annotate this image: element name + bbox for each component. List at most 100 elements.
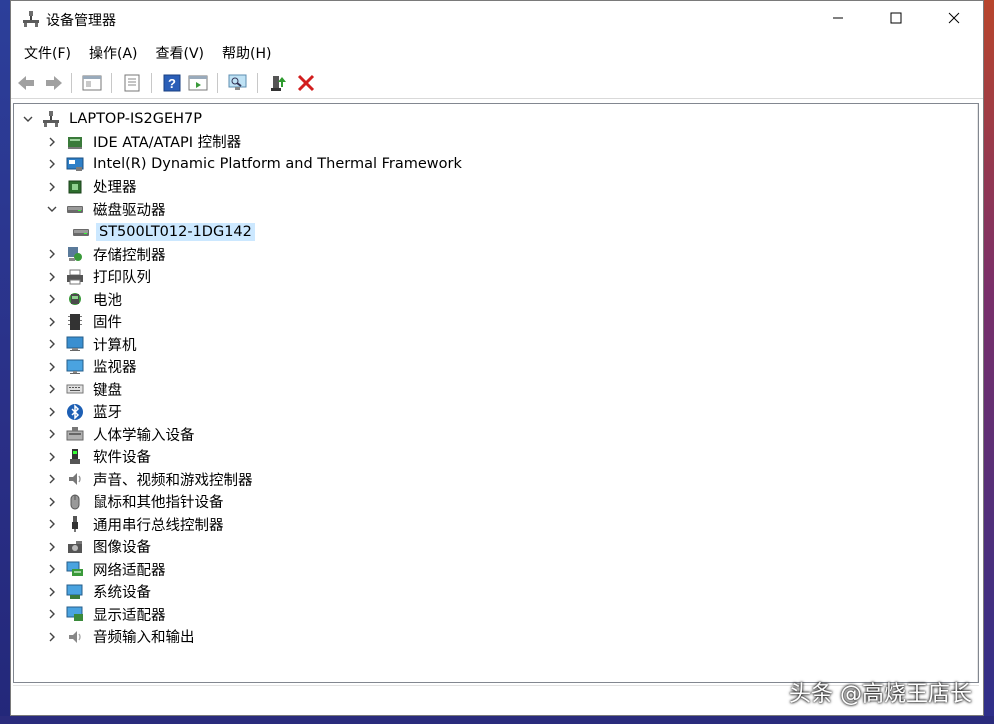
back-arrow-icon: [18, 76, 34, 90]
action-pane-button[interactable]: [187, 72, 209, 94]
monitor-icon: [66, 358, 84, 376]
toolbar: ?: [11, 67, 983, 99]
expand-chevron-icon[interactable]: [44, 606, 60, 622]
add-driver-icon: [271, 76, 286, 91]
tree-root-label: LAPTOP-IS2GEH7P: [69, 111, 202, 127]
tree-category-software-device[interactable]: 软件设备: [44, 446, 154, 468]
tree-category-processor[interactable]: 处理器: [44, 176, 140, 198]
expand-chevron-icon[interactable]: [44, 516, 60, 532]
tree-item-label: 蓝牙: [93, 405, 122, 421]
back-button[interactable]: [15, 72, 37, 94]
tree-category-storage-controller[interactable]: 存储控制器: [44, 243, 169, 265]
tree-category-monitor[interactable]: 监视器: [44, 356, 140, 378]
expand-chevron-icon[interactable]: [44, 539, 60, 555]
firmware-icon: [66, 313, 84, 331]
expand-chevron-icon[interactable]: [44, 629, 60, 645]
svg-text:?: ?: [168, 76, 176, 91]
tree-item-label: 键盘: [93, 382, 122, 399]
uninstall-button[interactable]: [295, 72, 317, 94]
menu-help[interactable]: 帮助(H): [215, 39, 278, 67]
tree-category-keyboard[interactable]: 键盘: [44, 378, 125, 400]
watermark-text: 头条 @高烧王店长: [789, 682, 972, 707]
forward-button[interactable]: [43, 72, 65, 94]
computer-tree-icon: [42, 110, 60, 128]
action-pane-icon: [188, 75, 208, 91]
add-driver-button[interactable]: [267, 72, 289, 94]
expand-chevron-icon[interactable]: [44, 449, 60, 465]
expand-chevron-icon[interactable]: [44, 471, 60, 487]
tree-category-usb[interactable]: 通用串行总线控制器: [44, 513, 227, 535]
expand-chevron-icon[interactable]: [44, 359, 60, 375]
tree-category-audio-io[interactable]: 音频输入和输出: [44, 626, 198, 648]
maximize-button[interactable]: [867, 1, 925, 35]
tree-category-mouse[interactable]: 鼠标和其他指针设备: [44, 491, 227, 513]
expand-chevron-icon[interactable]: [44, 584, 60, 600]
tree-category-system-device[interactable]: 系统设备: [44, 581, 154, 603]
tree-item-label: 音频输入和输出: [93, 630, 195, 646]
tree-category-computer[interactable]: 计算机: [44, 333, 140, 355]
device-tree[interactable]: LAPTOP-IS2GEH7P IDE ATA/ATAPI 控制器 Intel(R…: [13, 103, 979, 683]
expand-chevron-icon[interactable]: [44, 314, 60, 330]
storage-controller-icon: [66, 245, 84, 263]
properties-button[interactable]: [81, 72, 103, 94]
display-adapter-icon: [66, 605, 84, 623]
tree-category-sound[interactable]: 声音、视频和游戏控制器: [44, 468, 256, 490]
expand-chevron-icon[interactable]: [44, 336, 60, 352]
help-button[interactable]: ?: [161, 72, 183, 94]
scan-hardware-button[interactable]: [227, 72, 249, 94]
menu-view[interactable]: 查看(V): [149, 39, 212, 67]
menu-file[interactable]: 文件(F): [17, 39, 78, 67]
title-bar[interactable]: 设备管理器: [11, 1, 983, 37]
expand-chevron-icon[interactable]: [44, 561, 60, 577]
tree-category-network-adapter[interactable]: 网络适配器: [44, 558, 169, 580]
tree-category-firmware[interactable]: 固件: [44, 311, 125, 333]
tree-category-disk-drive[interactable]: 磁盘驱动器: [44, 198, 169, 220]
close-button[interactable]: [925, 1, 983, 35]
tree-category-display-adapter[interactable]: 显示适配器: [44, 603, 169, 625]
tree-root[interactable]: LAPTOP-IS2GEH7P: [20, 108, 205, 130]
expand-chevron-icon[interactable]: [44, 269, 60, 285]
expand-chevron-icon[interactable]: [44, 381, 60, 397]
expand-chevron-icon[interactable]: [44, 179, 60, 195]
tree-item-label: IDE ATA/ATAPI 控制器: [93, 135, 242, 151]
network-adapter-icon: [66, 560, 84, 578]
expand-chevron-icon[interactable]: [44, 291, 60, 307]
tree-category-hid[interactable]: 人体学输入设备: [44, 423, 198, 445]
collapse-chevron-icon[interactable]: [44, 201, 60, 217]
tree-item-label: Intel(R) Dynamic Platform and Thermal Fr…: [93, 156, 462, 172]
help-icon: ?: [163, 74, 181, 92]
menu-action[interactable]: 操作(A): [82, 39, 145, 67]
toolbar-separator: [71, 73, 72, 93]
software-device-icon: [66, 448, 84, 466]
bluetooth-icon: [66, 403, 84, 421]
minimize-button[interactable]: [809, 1, 867, 35]
collapse-chevron-icon[interactable]: [20, 111, 36, 127]
computer-icon: [66, 335, 84, 353]
tree-child-disk-drive[interactable]: ST500LT012-1DG142: [68, 221, 255, 243]
battery-icon: [66, 290, 84, 308]
hid-icon: [66, 425, 84, 443]
expand-chevron-icon[interactable]: [44, 494, 60, 510]
minimize-icon: [833, 17, 843, 19]
tree-category-ide-controller[interactable]: IDE ATA/ATAPI 控制器: [44, 131, 244, 153]
tree-category-camera[interactable]: 图像设备: [44, 536, 154, 558]
update-driver-button[interactable]: [121, 72, 143, 94]
tree-category-printer[interactable]: 打印队列: [44, 266, 154, 288]
tree-category-intel-framework[interactable]: Intel(R) Dynamic Platform and Thermal Fr…: [44, 153, 465, 175]
update-driver-icon: [124, 74, 140, 92]
toolbar-separator: [111, 73, 112, 93]
expand-chevron-icon[interactable]: [44, 246, 60, 262]
expand-chevron-icon[interactable]: [44, 404, 60, 420]
tree-item-label: 处理器: [93, 180, 137, 196]
maximize-icon: [890, 12, 902, 24]
sound-icon: [66, 470, 84, 488]
tree-item-label: 电池: [93, 292, 122, 309]
disk-drive-icon: [72, 223, 90, 241]
tree-category-battery[interactable]: 电池: [44, 288, 125, 310]
window-title: 设备管理器: [46, 13, 116, 29]
expand-chevron-icon[interactable]: [44, 134, 60, 150]
expand-chevron-icon[interactable]: [44, 156, 60, 172]
scan-hardware-icon: [228, 74, 247, 90]
tree-category-bluetooth[interactable]: 蓝牙: [44, 401, 125, 423]
expand-chevron-icon[interactable]: [44, 426, 60, 442]
